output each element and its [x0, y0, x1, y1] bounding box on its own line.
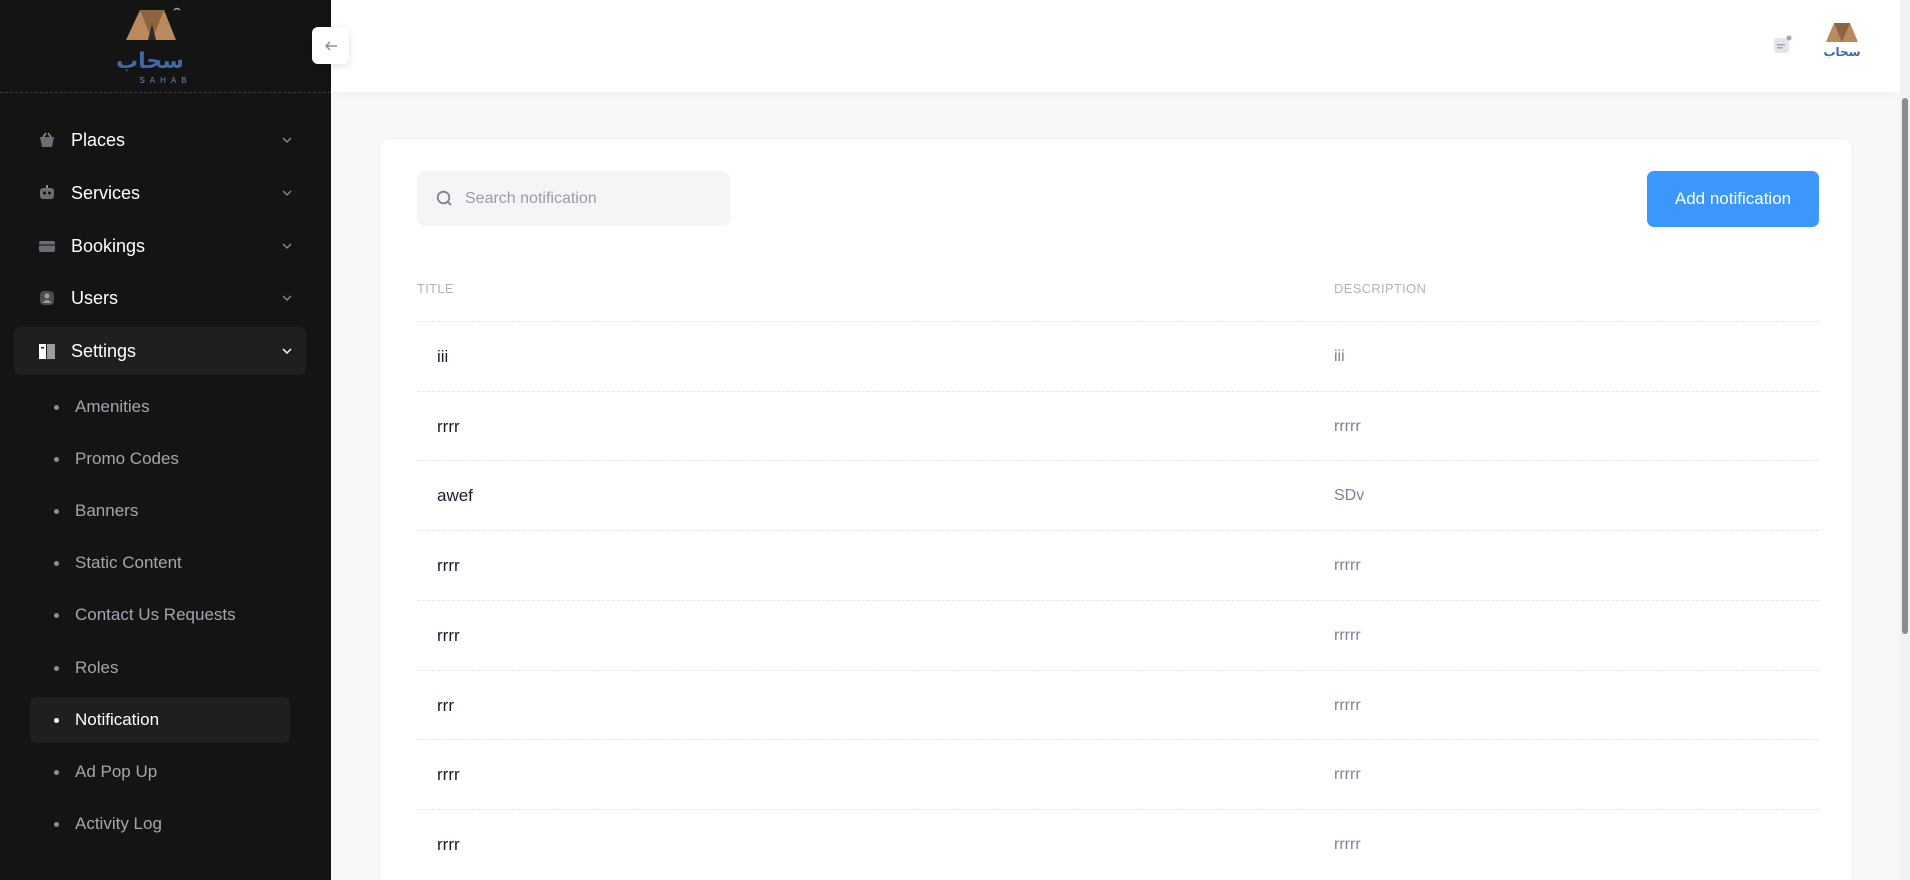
- bullet-dot: [54, 821, 59, 827]
- sidebar-item-label: Users: [71, 287, 119, 308]
- search-input[interactable]: [465, 171, 720, 226]
- bullet-dot: [54, 665, 59, 671]
- sidebar-item-label: Bookings: [71, 235, 146, 256]
- scrollbar-thumb[interactable]: [1902, 98, 1908, 634]
- cell-description: rrrrr: [1334, 697, 1361, 714]
- cell-description: rrrrr: [1334, 557, 1361, 574]
- sub-item-static-content[interactable]: Static Content: [30, 540, 290, 586]
- bullet-dot: [54, 404, 59, 410]
- arrow-left-icon: [324, 40, 337, 51]
- bullet-dot: [54, 717, 59, 723]
- svg-text:سحاب: سحاب: [116, 49, 184, 74]
- robot-icon: [36, 182, 58, 204]
- cell-description: SDv: [1334, 487, 1365, 504]
- sub-item-label: Amenities: [75, 397, 150, 416]
- cell-description: rrrrr: [1334, 627, 1361, 644]
- sub-item-label: Contact Us Requests: [75, 605, 236, 624]
- sub-item-label: Ad Pop Up: [75, 762, 158, 781]
- sidebar-item-services[interactable]: Services: [14, 169, 306, 217]
- sidebar-item-label: Services: [71, 182, 141, 203]
- bullet-dot: [54, 769, 59, 775]
- search-box: [417, 171, 730, 226]
- sub-item-label: Activity Log: [75, 814, 162, 833]
- sidebar-item-places[interactable]: Places: [14, 116, 306, 164]
- sidebar-item-bookings[interactable]: Bookings: [14, 222, 306, 270]
- sub-item-label: Promo Codes: [75, 449, 179, 468]
- cell-title: rrr: [437, 696, 454, 715]
- cell-description: rrrrr: [1334, 766, 1361, 783]
- sub-item-contact-us-requests[interactable]: Contact Us Requests: [30, 592, 290, 638]
- bullet-dot: [54, 508, 59, 514]
- cell-title: rrrr: [437, 765, 460, 784]
- chevron-down-icon: [282, 348, 292, 355]
- logo-subtitle: SAHAB: [139, 76, 192, 85]
- table-row[interactable]: awef SDv: [417, 460, 1819, 530]
- table-row[interactable]: rrrr rrrrr: [417, 530, 1819, 600]
- sub-item-label: Banners: [75, 501, 139, 520]
- sub-item-label: Static Content: [75, 553, 182, 572]
- book-icon: [36, 340, 58, 362]
- chevron-down-icon: [282, 295, 292, 301]
- chevron-down-icon: [282, 243, 292, 249]
- cell-description: iii: [1334, 348, 1345, 365]
- sidebar-item-settings[interactable]: Settings: [14, 327, 306, 375]
- sidebar-brand: سحاب SAHAB: [0, 0, 331, 93]
- column-header-title: TITLE: [417, 281, 454, 296]
- sub-item-promo-codes[interactable]: Promo Codes: [30, 436, 290, 482]
- sub-item-ad-pop-up[interactable]: Ad Pop Up: [30, 749, 290, 795]
- chevron-down-icon: [282, 190, 292, 196]
- cell-title: rrrr: [437, 835, 460, 854]
- user-icon: [36, 287, 58, 309]
- table-row[interactable]: rrrr rrrrr: [417, 809, 1819, 879]
- sidebar-item-label: Settings: [71, 340, 137, 361]
- cell-title: rrrr: [437, 626, 460, 645]
- sub-item-banners[interactable]: Banners: [30, 488, 290, 534]
- search-icon: [436, 190, 452, 206]
- sidebar-item-users[interactable]: Users: [14, 274, 306, 322]
- cell-title: awef: [437, 486, 473, 505]
- page-scrollbar[interactable]: [1900, 0, 1910, 880]
- table-row[interactable]: iii iii: [417, 321, 1819, 391]
- user-avatar[interactable]: سحاب: [1820, 20, 1864, 68]
- bullet-dot: [54, 456, 59, 462]
- table-row[interactable]: rrrr rrrrr: [417, 391, 1819, 461]
- cell-title: iii: [437, 347, 449, 366]
- top-header: [331, 0, 1900, 92]
- bullet-dot: [54, 560, 59, 566]
- table-row[interactable]: rrr rrrrr: [417, 670, 1819, 740]
- notifications-card: Add notification TITLE DESCRIPTION iii i…: [379, 138, 1853, 880]
- notification-icon[interactable]: [1772, 35, 1792, 55]
- sub-item-label: Roles: [75, 658, 119, 677]
- sub-item-amenities[interactable]: Amenities: [30, 384, 290, 430]
- sidebar-item-label: Places: [71, 129, 126, 150]
- sub-item-roles[interactable]: Roles: [30, 645, 290, 691]
- sub-item-label: Notification: [75, 710, 160, 729]
- sidebar-collapse-button[interactable]: [312, 27, 349, 64]
- basket-icon: [36, 129, 58, 151]
- column-header-description: DESCRIPTION: [1334, 281, 1427, 296]
- chevron-down-icon: [282, 137, 292, 143]
- bullet-dot: [54, 612, 59, 618]
- cell-title: rrrr: [437, 417, 460, 436]
- table-row[interactable]: rrrr rrrrr: [417, 600, 1819, 670]
- table-row[interactable]: rrrr rrrrr: [417, 739, 1819, 809]
- cell-title: rrrr: [437, 556, 460, 575]
- sidebar: سحاب SAHAB Places Services Bookings User…: [0, 0, 331, 880]
- card-icon: [36, 235, 58, 257]
- cell-description: rrrrr: [1334, 836, 1361, 853]
- cell-description: rrrrr: [1334, 418, 1361, 435]
- svg-text:سحاب: سحاب: [1823, 45, 1860, 59]
- sub-item-activity-log[interactable]: Activity Log: [30, 801, 290, 847]
- sub-item-notification[interactable]: Notification: [30, 697, 290, 743]
- add-notification-button[interactable]: Add notification: [1647, 171, 1819, 227]
